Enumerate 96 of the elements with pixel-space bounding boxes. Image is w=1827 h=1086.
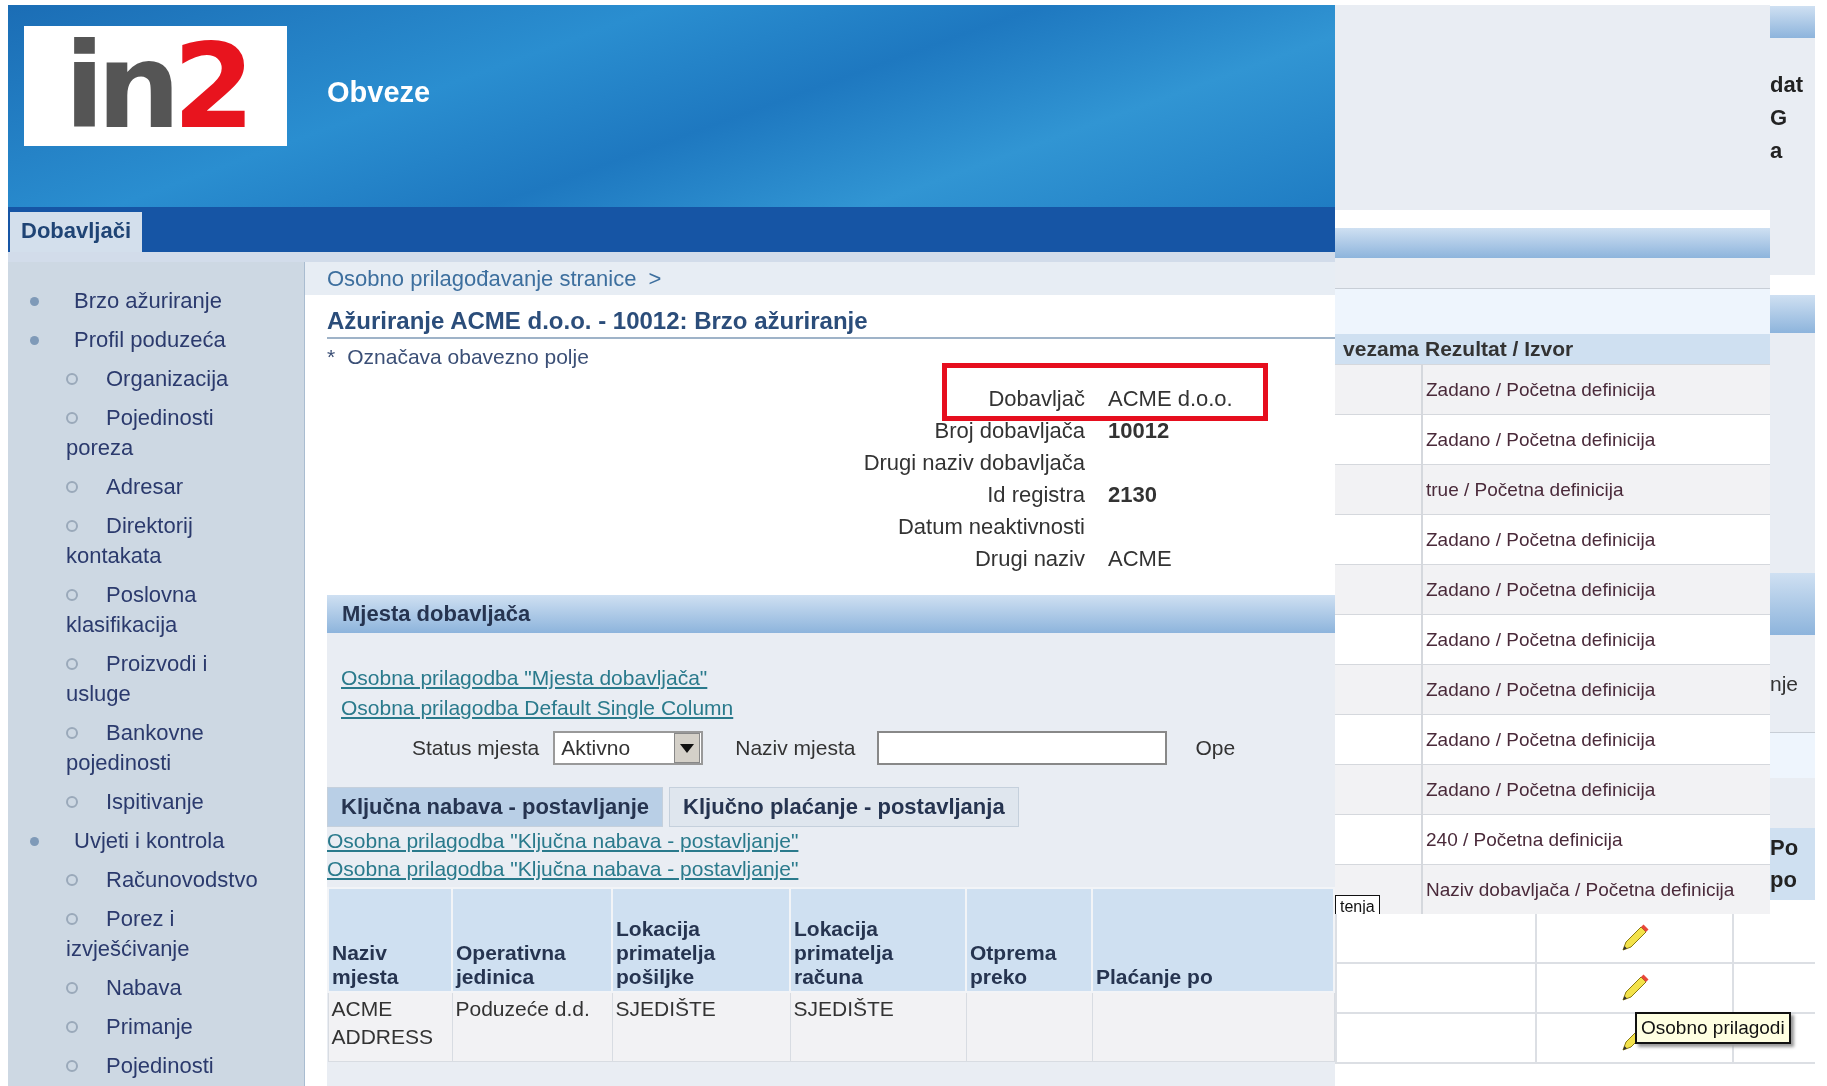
field-label: Drugi naziv dobavljača (862, 450, 1085, 476)
cut-label: a (1770, 137, 1784, 165)
column-header: Naziv mjesta (328, 888, 452, 992)
bullet-icon (30, 297, 39, 306)
bullet-icon (66, 796, 78, 809)
dropdown-button[interactable] (674, 733, 701, 763)
name-input-field[interactable] (877, 731, 1168, 765)
field-label: Datum neaktivnosti (896, 514, 1085, 540)
sidebar-item[interactable]: Primanje (8, 1008, 304, 1047)
sidebar-item[interactable]: Uvjeti i kontrola (8, 822, 304, 861)
table-cell: Zadano / Početna definicija (1426, 778, 1656, 801)
table-cell: Zadano / Početna definicija (1426, 728, 1656, 751)
bullet-icon (66, 658, 78, 671)
table-cell: true / Početna definicija (1426, 478, 1624, 501)
field-value: ACME d.o.o. (1108, 386, 1233, 412)
bullet-icon (66, 982, 78, 995)
field-value: 10012 (1108, 418, 1170, 444)
table-cell: 240 / Početna definicija (1426, 828, 1623, 851)
sidebar-item[interactable]: Direktorij kontakata (8, 507, 304, 576)
table-cell: Poduzeće d.d. (452, 992, 612, 1062)
bullet-icon (30, 837, 39, 846)
column-header: vezama (1342, 337, 1419, 361)
required-mark: * (327, 345, 336, 369)
bullet-icon (30, 336, 39, 345)
sidebar-item[interactable]: Poslovna klasifikacija (8, 576, 304, 645)
required-note: Označava obavezno polje (347, 345, 589, 369)
cut-label: G (1770, 104, 1789, 132)
subtab[interactable]: Ključno plaćanje - postavljanja (669, 787, 1019, 827)
page-title: Ažuriranje ACME d.o.o. - 10012: Brzo ažuriranje (327, 307, 1335, 339)
personalize-link[interactable]: Osobna prilagodba "Ključna nabava - postavljanje" (327, 855, 799, 883)
field-label: Broj dobavljača (933, 418, 1085, 444)
cut-label: dat (1770, 71, 1804, 99)
table-cell: Zadano / Početna definicija (1426, 528, 1656, 551)
column-header: Po po (1770, 828, 1815, 900)
table-cell: Zadano / Početna definicija (1426, 428, 1656, 451)
field-label: Drugi naziv (973, 546, 1085, 572)
table-cell: Zadano / Početna definicija (1426, 578, 1656, 601)
bullet-icon (66, 373, 78, 386)
table-cell: ACME ADDRESS (328, 992, 452, 1062)
sidebar-item[interactable]: Pojedinosti (8, 1047, 304, 1086)
field-value: 2130 (1108, 482, 1157, 508)
column-header: Plaćanje po (1092, 888, 1334, 992)
personalize-link[interactable]: Osobna prilagodba "Mjesta dobavljača" (341, 663, 708, 693)
column-header: Lokacija primatelja računa (790, 888, 966, 992)
tooltip: Osobno prilagodi (1635, 1012, 1791, 1044)
table-cell: Zadano / Početna definicija (1426, 378, 1656, 401)
column-header: Otprema preko (966, 888, 1092, 992)
bullet-icon (66, 412, 78, 425)
sidebar-item[interactable]: Nabava (8, 969, 304, 1008)
sidebar-item[interactable]: Adresar (8, 468, 304, 507)
field-label: Id registra (986, 482, 1085, 508)
column-header: Lokacija primatelja pošiljke (612, 888, 790, 992)
tab[interactable]: Dobavljači (10, 212, 143, 252)
sidebar-item[interactable]: Proizvodi i usluge (8, 645, 304, 714)
sidebar-item[interactable]: Bankovne pojedinosti (8, 714, 304, 783)
section-header-bar (1770, 573, 1815, 635)
caret-icon (680, 743, 695, 753)
bullet-icon (66, 913, 78, 926)
sidebar-item[interactable]: Porez i izvješćivanje (8, 900, 304, 969)
app-title: Obveze (327, 76, 431, 109)
column-header: Operativna jedinica (452, 888, 612, 992)
breadcrumb-separator: > (648, 265, 662, 292)
section-header-bar (1770, 295, 1815, 333)
table-cell: Naziv dobavljača / Početna definicija (1426, 878, 1735, 901)
filter-label: Ope (1195, 736, 1236, 760)
personalize-link[interactable]: Osobna prilagodba Default Single Column (341, 693, 734, 723)
bullet-icon (66, 589, 78, 602)
section-header-bar (1770, 6, 1815, 38)
logo: in2 (24, 26, 287, 146)
sidebar-item[interactable]: Ispitivanje (8, 783, 304, 822)
column-header: Rezultat / Izvor (1425, 337, 1574, 361)
table-cell: Zadano / Početna definicija (1426, 678, 1656, 701)
sidebar-item[interactable]: Organizacija (8, 360, 304, 399)
bullet-icon (66, 1021, 78, 1034)
table-cell: SJEDIŠTE (612, 992, 790, 1062)
status-select[interactable]: Aktivno (553, 731, 704, 765)
sidebar-item[interactable]: Profil poduzeća (8, 321, 304, 360)
bullet-icon (66, 874, 78, 887)
bullet-icon (66, 1060, 78, 1073)
field-value: ACME (1108, 546, 1172, 572)
personalize-link[interactable]: Osobna prilagodba "Ključna nabava - postavljanje" (327, 827, 799, 855)
table-cell: SJEDIŠTE (790, 992, 966, 1062)
field-label: Dobavljač (987, 386, 1085, 412)
section-header: Mjesta dobavljača (327, 595, 1335, 633)
sidebar-item[interactable]: Pojedinosti poreza (8, 399, 304, 468)
filter-label: Status mjesta (412, 736, 540, 760)
table-cell: Zadano / Početna definicija (1426, 628, 1656, 651)
sidebar-item[interactable]: Računovodstvo (8, 861, 304, 900)
cut-label: nje (1770, 671, 1799, 696)
subtab[interactable]: Ključna nabava - postavljanje (327, 787, 664, 827)
sidebar-item[interactable]: Brzo ažuriranje (8, 282, 304, 321)
bullet-icon (66, 727, 78, 740)
bullet-icon (66, 481, 78, 494)
breadcrumb-link[interactable]: Osobno prilagođavanje stranice (327, 265, 637, 292)
filter-label: Naziv mjesta (735, 736, 856, 760)
bullet-icon (66, 520, 78, 533)
